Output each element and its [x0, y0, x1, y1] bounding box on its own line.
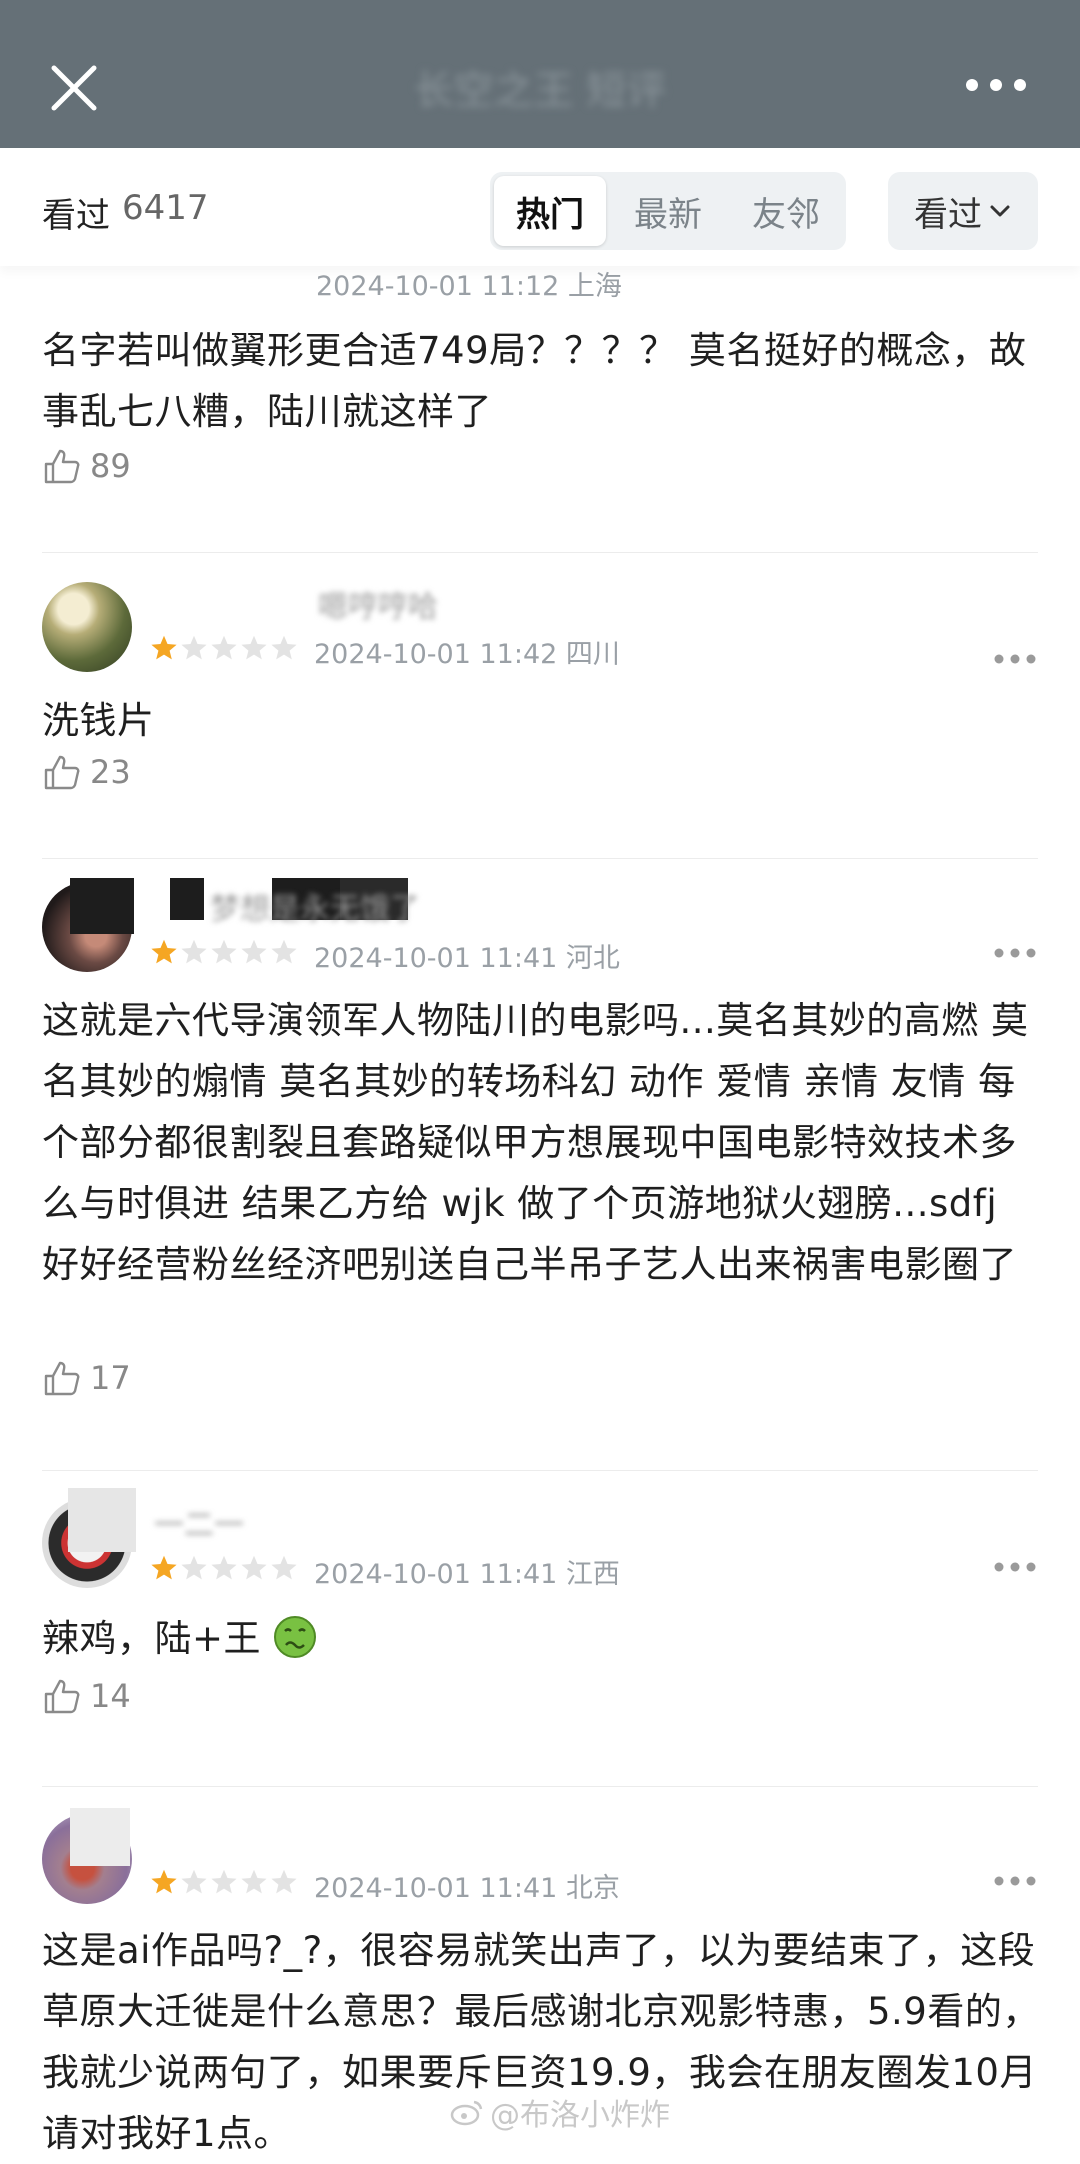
- thumbs-up-icon: [44, 1361, 80, 1396]
- review-content: 洗钱片: [42, 699, 155, 742]
- star-empty-icon: [241, 1555, 267, 1580]
- like-count: 17: [90, 1359, 131, 1397]
- watermark: @布洛小炸炸: [450, 2090, 670, 2134]
- thumbs-up-icon: [44, 755, 80, 790]
- censor-block: [68, 1488, 136, 1552]
- like-button[interactable]: 17: [42, 1358, 131, 1398]
- censor-block: [170, 878, 204, 920]
- star-empty-icon: [181, 635, 207, 660]
- star-empty-icon: [241, 635, 267, 660]
- username[interactable]: 梦想是永无饿了: [210, 884, 420, 927]
- like-button[interactable]: 14: [42, 1676, 131, 1716]
- review-meta: 2024-10-01 11:42 四川: [314, 639, 620, 670]
- more-options-icon[interactable]: [964, 74, 1028, 96]
- review-content: 名字若叫做翼形更合适749局？？？？ 莫名挺好的概念，故事乱七八糟，陆川就这样了: [42, 329, 1027, 433]
- more-options-icon[interactable]: [992, 652, 1038, 666]
- more-options-icon[interactable]: [992, 1560, 1038, 1574]
- star-empty-icon: [211, 1555, 237, 1580]
- star-empty-icon: [271, 635, 297, 660]
- star-empty-icon: [271, 939, 297, 964]
- tab-latest[interactable]: 最新: [612, 176, 724, 246]
- more-options-icon[interactable]: [992, 946, 1038, 960]
- username[interactable]: 一二一: [154, 1500, 244, 1543]
- tab-friends[interactable]: 友邻: [730, 176, 842, 246]
- star-empty-icon: [211, 635, 237, 660]
- star-empty-icon: [211, 939, 237, 964]
- thumbs-up-icon: [44, 1679, 80, 1714]
- review-meta: 2024-10-01 11:12 上海: [316, 271, 622, 302]
- thumbs-up-icon: [44, 449, 80, 484]
- watermark-text: @布洛小炸炸: [490, 2098, 670, 2133]
- review-meta: 2024-10-01 11:41 江西: [314, 1559, 620, 1590]
- star-empty-icon: [181, 939, 207, 964]
- star-rating: [150, 634, 298, 664]
- username[interactable]: 嗯哼哼哈: [318, 582, 438, 625]
- star-filled-icon: [151, 939, 177, 964]
- like-count: 14: [90, 1677, 131, 1715]
- review-meta: 2024-10-01 11:41 北京: [314, 1873, 620, 1904]
- watched-filter-label: 看过: [914, 194, 982, 235]
- chevron-down-icon: [990, 205, 1010, 217]
- star-rating: [150, 938, 298, 968]
- star-empty-icon: [181, 1555, 207, 1580]
- review-content: 这就是六代导演领军人物陆川的电影吗...莫名其妙的高燃 莫名其妙的煽情 莫名其妙…: [42, 999, 1029, 1286]
- censor-block: [70, 1808, 130, 1866]
- filter-bar: 看过 6417 热门 最新 友邻 看过: [0, 148, 1080, 266]
- review-content: 辣鸡，陆+王: [42, 1608, 1042, 1669]
- divider: [42, 552, 1038, 553]
- star-empty-icon: [181, 1869, 207, 1894]
- star-filled-icon: [151, 1869, 177, 1894]
- star-empty-icon: [271, 1869, 297, 1894]
- star-empty-icon: [211, 1869, 237, 1894]
- seen-count: 6417: [122, 188, 209, 228]
- like-button[interactable]: 23: [42, 752, 131, 792]
- page-title: 长空之王 短评: [413, 68, 667, 114]
- tab-hot[interactable]: 热门: [494, 176, 606, 246]
- star-empty-icon: [241, 939, 267, 964]
- star-rating: [150, 1554, 298, 1584]
- sort-tabs: 热门 最新 友邻: [490, 172, 846, 250]
- review-meta: 2024-10-01 11:41 河北: [314, 943, 620, 974]
- star-filled-icon: [151, 1555, 177, 1580]
- star-filled-icon: [151, 635, 177, 660]
- divider: [42, 1786, 1038, 1787]
- star-empty-icon: [271, 1555, 297, 1580]
- seen-label: 看过: [42, 196, 110, 236]
- star-rating: [150, 1868, 298, 1898]
- avatar[interactable]: [42, 582, 132, 672]
- nauseated-face-emoji-icon: [274, 1616, 317, 1658]
- like-count: 89: [90, 447, 131, 485]
- watched-filter-dropdown[interactable]: 看过: [888, 172, 1038, 250]
- like-count: 23: [90, 753, 131, 791]
- divider: [42, 1470, 1038, 1471]
- review-text: 辣鸡，陆+王: [42, 1617, 262, 1660]
- star-empty-icon: [241, 1869, 267, 1894]
- censor-block: [70, 878, 134, 934]
- more-options-icon[interactable]: [992, 1874, 1038, 1888]
- divider: [42, 858, 1038, 859]
- weibo-logo-icon: [450, 2100, 483, 2126]
- like-button[interactable]: 89: [42, 446, 131, 486]
- top-nav-bar: 长空之王 短评: [0, 0, 1080, 148]
